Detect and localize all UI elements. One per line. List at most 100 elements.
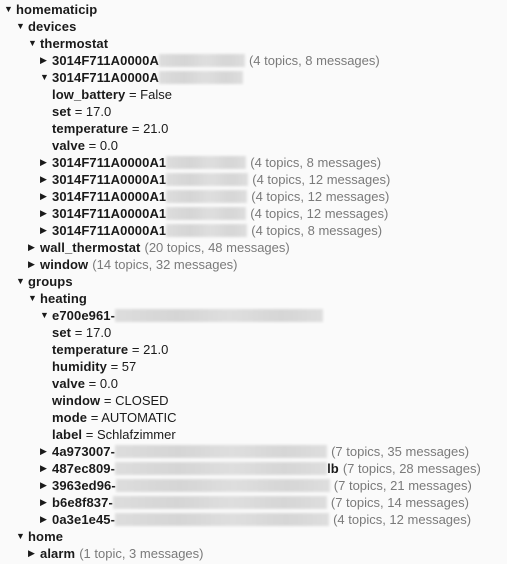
property-key: temperature — [52, 342, 129, 357]
property-row: low_battery = False — [0, 86, 507, 103]
property-value: = 21.0 — [131, 121, 169, 136]
node-label: 3014F711A0000A1 — [52, 155, 167, 170]
property-row: set = 17.0 — [0, 103, 507, 120]
property-row: label = Schlafzimmer — [0, 426, 507, 443]
tree-node-window[interactable]: ▶ window (14 topics, 32 messages) — [0, 256, 507, 273]
property-key: label — [52, 427, 83, 442]
tree-node-thermostat-device[interactable]: ▶ 3014F711A0000A1 (4 topics, 12 messages… — [0, 171, 507, 188]
property-value: = 0.0 — [88, 138, 118, 153]
property-value: = Schlafzimmer — [85, 427, 176, 442]
tree-node-heating-group[interactable]: ▶ 487ec809- lb (7 topics, 28 messages) — [0, 460, 507, 477]
property-value: = AUTOMATIC — [90, 410, 177, 425]
redacted-id — [115, 462, 328, 475]
collapsed-triangle-icon[interactable]: ▶ — [40, 443, 52, 460]
expanded-triangle-icon[interactable]: ▼ — [16, 273, 28, 290]
collapsed-triangle-icon[interactable]: ▶ — [28, 239, 40, 256]
collapsed-triangle-icon[interactable]: ▶ — [40, 205, 52, 222]
expanded-triangle-icon[interactable]: ▼ — [16, 18, 28, 35]
collapsed-triangle-icon[interactable]: ▶ — [40, 171, 52, 188]
collapsed-triangle-icon[interactable]: ▶ — [40, 154, 52, 171]
node-stats: (4 topics, 12 messages) — [252, 172, 391, 187]
redacted-id — [115, 445, 328, 458]
tree-node-devices[interactable]: ▼ devices — [0, 18, 507, 35]
node-label: 3963ed96- — [52, 478, 116, 493]
redacted-id — [115, 479, 330, 492]
tree-node-thermostat-device[interactable]: ▼ 3014F711A0000A — [0, 69, 507, 86]
tree-node-heating-group[interactable]: ▶ 4a973007- (7 topics, 35 messages) — [0, 443, 507, 460]
redacted-id — [158, 54, 245, 67]
expanded-triangle-icon[interactable]: ▼ — [40, 307, 52, 324]
collapsed-triangle-icon[interactable]: ▶ — [28, 545, 40, 562]
node-label: thermostat — [40, 36, 109, 51]
redacted-id — [166, 224, 248, 237]
tree-node-thermostat-device[interactable]: ▶ 3014F711A0000A1 (4 topics, 12 messages… — [0, 205, 507, 222]
expanded-triangle-icon[interactable]: ▼ — [28, 35, 40, 52]
property-value: = 0.0 — [88, 376, 118, 391]
tree-node-thermostat[interactable]: ▼ thermostat — [0, 35, 507, 52]
node-stats: (4 topics, 8 messages) — [251, 223, 383, 238]
node-label: b6e8f837- — [52, 495, 113, 510]
expanded-triangle-icon[interactable]: ▼ — [16, 528, 28, 545]
property-key: set — [52, 104, 72, 119]
node-stats: (4 topics, 8 messages) — [248, 53, 380, 68]
tree-node-home[interactable]: ▼ home — [0, 528, 507, 545]
property-key: temperature — [52, 121, 129, 136]
collapsed-triangle-icon[interactable]: ▶ — [40, 188, 52, 205]
collapsed-triangle-icon[interactable]: ▶ — [40, 52, 52, 69]
node-label: home — [28, 529, 64, 544]
node-label: 487ec809- — [52, 461, 116, 476]
tree-node-heating-group[interactable]: ▶ 0a3e1e45- (4 topics, 12 messages) — [0, 511, 507, 528]
tree-node-thermostat-device[interactable]: ▶ 3014F711A0000A1 (4 topics, 8 messages) — [0, 154, 507, 171]
tree-node-heating-group[interactable]: ▼ e700e961- — [0, 307, 507, 324]
tree-node-heating-group[interactable]: ▶ 3963ed96- (7 topics, 21 messages) — [0, 477, 507, 494]
redacted-id — [115, 309, 324, 322]
node-stats: (4 topics, 8 messages) — [250, 155, 382, 170]
property-value: = 57 — [110, 359, 137, 374]
node-label-suffix: lb — [327, 461, 339, 476]
tree-node-heating-group[interactable]: ▶ b6e8f837- (7 topics, 14 messages) — [0, 494, 507, 511]
node-stats: (7 topics, 35 messages) — [331, 444, 470, 459]
redacted-id — [158, 71, 243, 84]
tree-node-wall-thermostat[interactable]: ▶ wall_thermostat (20 topics, 48 message… — [0, 239, 507, 256]
property-key: mode — [52, 410, 88, 425]
expanded-triangle-icon[interactable]: ▼ — [40, 69, 52, 86]
node-label: window — [40, 257, 89, 272]
node-label: 3014F711A0000A1 — [52, 172, 167, 187]
property-key: valve — [52, 376, 86, 391]
tree-node-thermostat-device[interactable]: ▶ 3014F711A0000A1 (4 topics, 12 messages… — [0, 188, 507, 205]
property-key: set — [52, 325, 72, 340]
tree-node-homematicip[interactable]: ▼ homematicip — [0, 1, 507, 18]
node-label: 3014F711A0000A — [52, 70, 159, 85]
node-label: devices — [28, 19, 77, 34]
node-label: heating — [40, 291, 87, 306]
collapsed-triangle-icon[interactable]: ▶ — [28, 256, 40, 273]
tree-node-groups[interactable]: ▼ groups — [0, 273, 507, 290]
tree-node-thermostat-device[interactable]: ▶ 3014F711A0000A1 (4 topics, 8 messages) — [0, 222, 507, 239]
redacted-id — [115, 513, 330, 526]
collapsed-triangle-icon[interactable]: ▶ — [40, 494, 52, 511]
node-label: 3014F711A0000A — [52, 53, 159, 68]
redacted-id — [166, 207, 247, 220]
node-label: 3014F711A0000A1 — [52, 223, 167, 238]
collapsed-triangle-icon[interactable]: ▶ — [40, 222, 52, 239]
tree-node-thermostat-device[interactable]: ▶ 3014F711A0000A (4 topics, 8 messages) — [0, 52, 507, 69]
expanded-triangle-icon[interactable]: ▼ — [4, 1, 16, 18]
node-label: homematicip — [16, 2, 98, 17]
redacted-id — [166, 173, 249, 186]
collapsed-triangle-icon[interactable]: ▶ — [40, 460, 52, 477]
redacted-id — [166, 156, 247, 169]
node-stats: (1 topic, 3 messages) — [79, 546, 204, 561]
collapsed-triangle-icon[interactable]: ▶ — [40, 477, 52, 494]
expanded-triangle-icon[interactable]: ▼ — [28, 290, 40, 307]
node-stats: (4 topics, 12 messages) — [333, 512, 472, 527]
property-value: = 21.0 — [131, 342, 169, 357]
tree-node-heating[interactable]: ▼ heating — [0, 290, 507, 307]
node-stats: (4 topics, 12 messages) — [250, 206, 389, 221]
property-value: = 17.0 — [74, 104, 112, 119]
node-stats: (7 topics, 14 messages) — [330, 495, 469, 510]
tree-node-alarm[interactable]: ▶ alarm (1 topic, 3 messages) — [0, 545, 507, 562]
collapsed-triangle-icon[interactable]: ▶ — [40, 511, 52, 528]
node-label: 3014F711A0000A1 — [52, 206, 167, 221]
property-row: temperature = 21.0 — [0, 120, 507, 137]
property-row: valve = 0.0 — [0, 375, 507, 392]
